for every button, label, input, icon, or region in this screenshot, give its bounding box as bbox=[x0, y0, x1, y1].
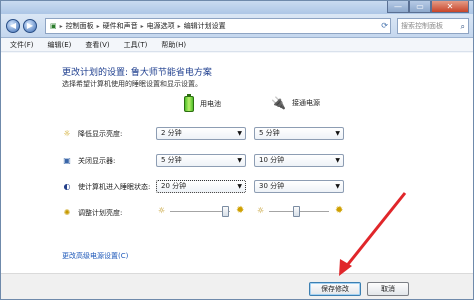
button-bar: 保存修改 取消 bbox=[1, 273, 473, 299]
select-value: 5 分钟 bbox=[259, 129, 280, 137]
select-value: 2 分钟 bbox=[161, 129, 182, 137]
select-value: 30 分钟 bbox=[259, 182, 285, 190]
title-bar: — ▭ ✕ bbox=[1, 1, 473, 14]
breadcrumb[interactable]: ▣ ▸ 控制面板 ▸ 硬件和声音 ▸ 电源选项 ▸ 编辑计划设置 ⟳ bbox=[45, 18, 391, 34]
monitor-icon: ▣ bbox=[63, 156, 71, 165]
setting-row-dim-display: ☼ 降低显示亮度: bbox=[62, 126, 122, 142]
dim-display-plugged-select[interactable]: 5 分钟 ▼ bbox=[254, 127, 344, 140]
cancel-button[interactable]: 取消 bbox=[367, 282, 409, 296]
brightness-high-icon: ✹ bbox=[335, 205, 344, 216]
setting-row-sleep: ◐ 使计算机进入睡眠状态: bbox=[62, 179, 151, 195]
dropdown-arrow-icon: ▼ bbox=[335, 157, 340, 164]
slider-track bbox=[170, 211, 230, 213]
search-placeholder: 搜索控制面板 bbox=[401, 22, 443, 30]
battery-icon bbox=[184, 94, 194, 112]
chevron-right-icon: ▸ bbox=[96, 22, 100, 30]
select-value: 20 分钟 bbox=[161, 182, 187, 190]
sleep-plugged-select[interactable]: 30 分钟 ▼ bbox=[254, 180, 344, 193]
advanced-settings-link[interactable]: 更改高级电源设置(C) bbox=[62, 251, 128, 261]
select-value: 10 分钟 bbox=[259, 156, 285, 164]
brightness-battery-slider[interactable]: ☼ ✹ bbox=[158, 205, 250, 218]
window-controls: — ▭ ✕ bbox=[387, 1, 469, 13]
chevron-right-icon: ▸ bbox=[177, 22, 181, 30]
brightness-icon: ✺ bbox=[63, 208, 71, 217]
setting-row-brightness: ✺ 调整计划亮度: bbox=[62, 205, 123, 221]
display-dim-icon: ☼ bbox=[63, 129, 71, 138]
save-button[interactable]: 保存修改 bbox=[309, 282, 361, 296]
setting-label: 关闭显示器: bbox=[78, 157, 116, 165]
page-subtitle: 选择希望计算机使用的睡眠设置和显示设置。 bbox=[62, 80, 202, 88]
back-icon[interactable]: ◀ bbox=[6, 19, 20, 33]
refresh-icon[interactable]: ⟳ bbox=[381, 21, 388, 30]
brightness-plugged-slider[interactable]: ☼ ✹ bbox=[257, 205, 349, 218]
dim-display-battery-select[interactable]: 2 分钟 ▼ bbox=[156, 127, 246, 140]
brightness-low-icon: ☼ bbox=[257, 206, 265, 215]
menu-bar: 文件(F) 编辑(E) 查看(V) 工具(T) 帮助(H) bbox=[1, 38, 473, 52]
sleep-moon-icon: ◐ bbox=[63, 182, 71, 191]
dropdown-arrow-icon: ▼ bbox=[237, 157, 242, 164]
control-panel-icon: ▣ bbox=[50, 22, 57, 30]
power-plug-icon: 🔌 bbox=[271, 96, 286, 110]
menu-help[interactable]: 帮助(H) bbox=[161, 40, 186, 50]
settings-panel: 更改计划的设置: 鲁大师节能省电方案 选择希望计算机使用的睡眠设置和显示设置。 … bbox=[1, 53, 473, 273]
address-bar: ◀ ▶ ▣ ▸ 控制面板 ▸ 硬件和声音 ▸ 电源选项 ▸ 编辑计划设置 ⟳ 搜… bbox=[1, 14, 473, 38]
turn-off-display-battery-select[interactable]: 5 分钟 ▼ bbox=[156, 154, 246, 167]
slider-thumb-battery[interactable] bbox=[222, 206, 230, 217]
setting-label: 调整计划亮度: bbox=[78, 209, 123, 217]
window: — ▭ ✕ ◀ ▶ ▣ ▸ 控制面板 ▸ 硬件和声音 ▸ 电源选项 ▸ 编辑计划… bbox=[0, 0, 474, 300]
menu-edit[interactable]: 编辑(E) bbox=[48, 40, 72, 50]
setting-label: 降低显示亮度: bbox=[78, 130, 123, 138]
sleep-battery-select[interactable]: 20 分钟 ▼ bbox=[156, 180, 246, 193]
column-header-battery: 用电池 bbox=[184, 94, 221, 112]
column-label-battery: 用电池 bbox=[200, 100, 221, 108]
dropdown-arrow-icon: ▼ bbox=[237, 130, 242, 137]
turn-off-display-plugged-select[interactable]: 10 分钟 ▼ bbox=[254, 154, 344, 167]
menu-view[interactable]: 查看(V) bbox=[85, 40, 109, 50]
breadcrumb-item[interactable]: 硬件和声音 bbox=[103, 21, 138, 31]
dropdown-arrow-icon: ▼ bbox=[335, 183, 340, 190]
page-title: 更改计划的设置: 鲁大师节能省电方案 bbox=[62, 68, 212, 78]
breadcrumb-item[interactable]: 控制面板 bbox=[66, 21, 94, 31]
search-input[interactable]: 搜索控制面板 ⌕ bbox=[397, 18, 469, 34]
chevron-right-icon: ▸ bbox=[59, 22, 63, 30]
menu-tools[interactable]: 工具(T) bbox=[124, 40, 148, 50]
slider-thumb-plugged[interactable] bbox=[293, 206, 300, 217]
dropdown-arrow-icon: ▼ bbox=[237, 183, 242, 190]
chevron-right-icon: ▸ bbox=[140, 22, 144, 30]
menu-file[interactable]: 文件(F) bbox=[10, 40, 34, 50]
setting-label: 使计算机进入睡眠状态: bbox=[78, 183, 151, 191]
brightness-low-icon: ☼ bbox=[158, 206, 166, 215]
dropdown-arrow-icon: ▼ bbox=[335, 130, 340, 137]
breadcrumb-item[interactable]: 编辑计划设置 bbox=[184, 21, 226, 31]
column-label-plugged: 接通电源 bbox=[291, 99, 320, 107]
brightness-high-icon: ✹ bbox=[236, 205, 245, 216]
forward-icon[interactable]: ▶ bbox=[23, 19, 37, 33]
select-value: 5 分钟 bbox=[161, 156, 182, 164]
minimize-button[interactable]: — bbox=[387, 1, 409, 13]
close-button[interactable]: ✕ bbox=[431, 1, 469, 13]
maximize-button[interactable]: ▭ bbox=[409, 1, 431, 13]
column-header-plugged: 🔌 接通电源 bbox=[271, 96, 320, 110]
search-icon[interactable]: ⌕ bbox=[461, 20, 465, 34]
setting-row-turn-off-display: ▣ 关闭显示器: bbox=[62, 153, 115, 169]
breadcrumb-item[interactable]: 电源选项 bbox=[147, 21, 175, 31]
